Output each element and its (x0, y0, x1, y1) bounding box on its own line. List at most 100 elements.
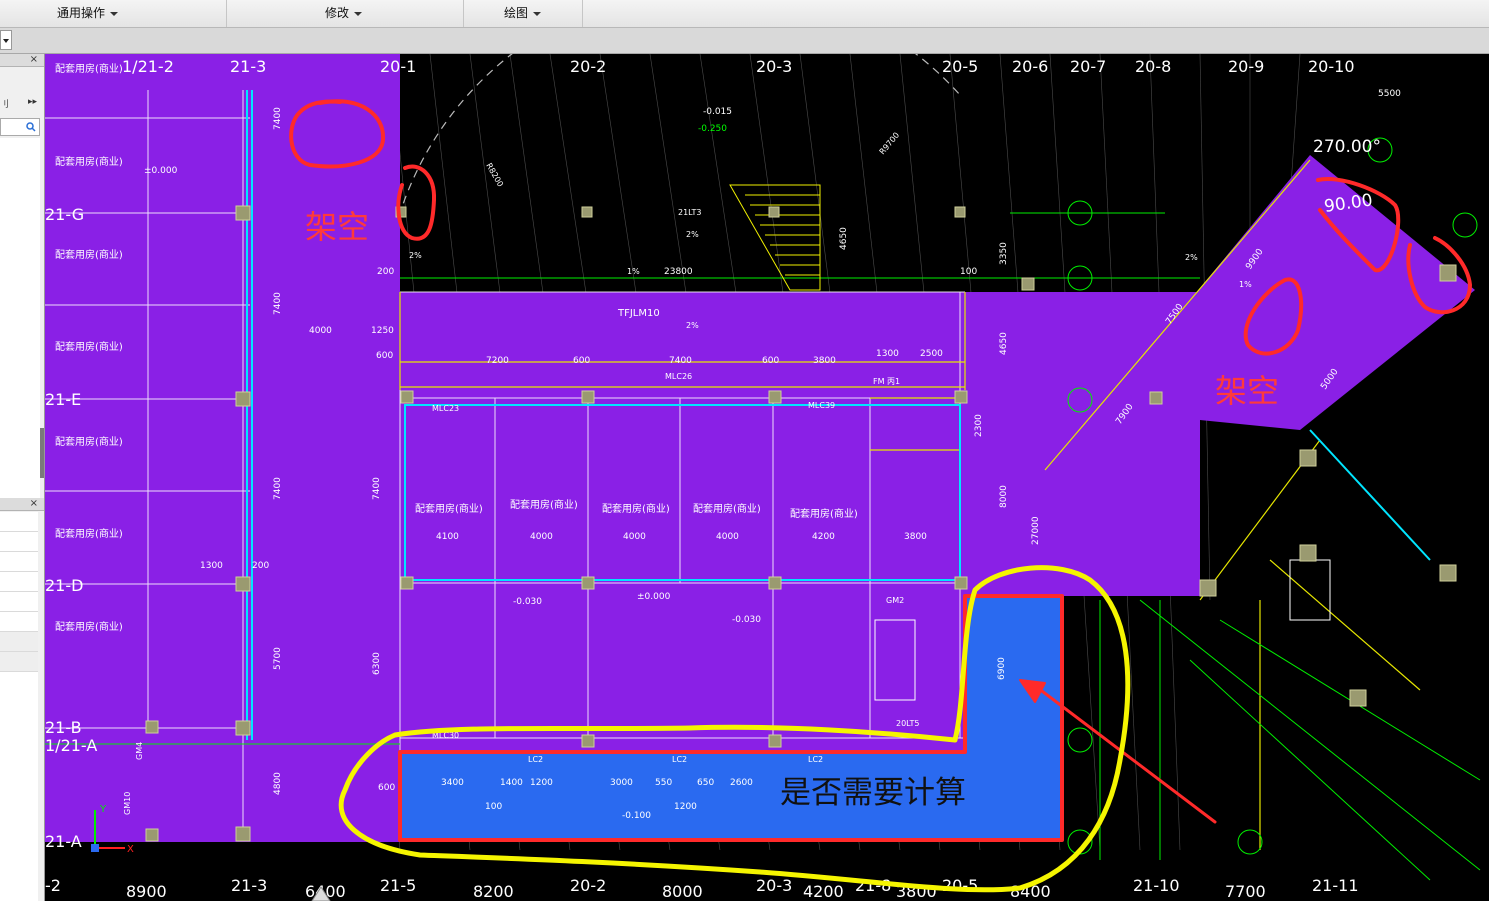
slope-label: 1% (627, 267, 640, 276)
grid-label-bottom: 21-10 (1133, 876, 1180, 895)
dim: 4000 (623, 532, 646, 542)
property-row[interactable] (0, 632, 38, 652)
close-icon[interactable]: × (30, 54, 38, 66)
grid-label-top: 20-7 (1070, 57, 1106, 76)
window-label: MLC39 (808, 401, 835, 410)
close-icon[interactable]: × (30, 498, 38, 510)
menu-draw-label: 绘图 (504, 6, 529, 20)
room-label: 配套用房(商业) (55, 62, 123, 75)
grid-label-bottom: 20-5 (942, 876, 978, 895)
slope-label: 2% (409, 251, 422, 260)
panel-tab-row: 刂 ▸▸ (0, 94, 44, 112)
menu-draw[interactable]: 绘图 (464, 0, 583, 27)
property-row[interactable] (0, 612, 38, 632)
room-label: 配套用房(商业) (55, 435, 123, 448)
panel-tree-area[interactable] (0, 138, 40, 498)
dim: 23800 (664, 267, 693, 277)
slope-label: 1% (1239, 280, 1252, 289)
dim: 4200 (812, 532, 835, 542)
cad-drawing-canvas[interactable]: 配套用房(商业) 配套用房(商业) 配套用房(商业) 配套用房(商业) 配套用房… (45, 54, 1489, 901)
property-row[interactable] (0, 652, 38, 672)
dim: 27000 (1031, 516, 1041, 545)
grid-label-top: 20-2 (570, 57, 606, 76)
panel-tab-fragment[interactable]: 刂 (0, 97, 9, 110)
chevron-down-icon (110, 11, 119, 16)
property-row[interactable] (0, 552, 38, 572)
dim: 200 (252, 561, 269, 571)
dim: 550 (655, 778, 672, 788)
grid-label-left: 21-B (45, 718, 82, 737)
room-label: 配套用房(商业) (55, 155, 123, 168)
slope-label: 2% (686, 230, 699, 239)
dim: 1300 (200, 561, 223, 571)
grid-label-bottom: 8000 (662, 882, 703, 901)
grid-label-top: 20-1 (380, 57, 416, 76)
panel-search-input[interactable] (0, 118, 40, 136)
menu-modify[interactable]: 修改 (227, 0, 464, 27)
door-label: GM4 (135, 742, 144, 760)
dim: 3400 (441, 778, 464, 788)
dim: 4000 (309, 326, 332, 336)
dim: 4000 (716, 532, 739, 542)
menu-general-operations[interactable]: 通用操作 (0, 0, 227, 27)
room-label: 配套用房(商业) (790, 507, 858, 520)
annotation-open-space: 架空 (305, 208, 369, 246)
door-label: GM10 (123, 792, 132, 815)
level-mark: ±0.000 (144, 166, 178, 176)
dim: 4000 (530, 532, 553, 542)
grid-label-top: 20-3 (756, 57, 792, 76)
grid-label-bottom: 8900 (126, 882, 167, 901)
grid-label-left: 21-D (45, 576, 83, 595)
dim: 4650 (999, 332, 1009, 355)
property-row[interactable] (0, 572, 38, 592)
chevron-down-icon (533, 11, 542, 16)
svg-text:Y: Y (99, 804, 107, 815)
angle-label: 270.00° (1313, 137, 1381, 157)
stair-label: 20LT5 (896, 719, 920, 728)
level-mark: -0.030 (513, 597, 542, 607)
annotation-open-space: 架空 (1215, 372, 1279, 410)
dim: 1400 (500, 778, 523, 788)
level-mark: -0.015 (703, 107, 732, 117)
dim: 1300 (876, 349, 899, 359)
property-row[interactable] (0, 512, 38, 532)
dim: 3350 (999, 242, 1009, 265)
window-label: LC2 (528, 755, 543, 764)
window-label: MLC23 (432, 404, 459, 413)
property-row[interactable] (0, 532, 38, 552)
dim: 2300 (974, 414, 984, 437)
room-label: 配套用房(商业) (602, 502, 670, 515)
search-icon[interactable] (26, 122, 36, 132)
room-label: 配套用房(商业) (55, 340, 123, 353)
dim: 4800 (273, 772, 283, 795)
property-row[interactable] (0, 592, 38, 612)
dim: 1250 (371, 326, 394, 336)
window-label: MLC26 (665, 372, 692, 381)
level-mark: -0.250 (698, 124, 727, 134)
dim: 600 (762, 356, 779, 366)
dropdown-toggle[interactable] (0, 30, 12, 50)
annotation-question: 是否需要计算 (780, 775, 966, 811)
room-label: 配套用房(商业) (55, 620, 123, 633)
grid-label-left: 1/21-A (45, 736, 97, 755)
svg-text:X: X (127, 844, 134, 855)
room-label: 配套用房(商业) (415, 502, 483, 515)
panel-scrollbar[interactable] (40, 428, 44, 478)
left-dock-panel: × 刂 ▸▸ × (0, 54, 45, 901)
level-mark: ±0.000 (637, 592, 671, 602)
grid-label-top: 20-10 (1308, 57, 1355, 76)
dim: 8000 (999, 485, 1009, 508)
dim: 1200 (530, 778, 553, 788)
room-label: 配套用房(商业) (55, 248, 123, 261)
dim: 2600 (730, 778, 753, 788)
room-label: 配套用房(商业) (55, 527, 123, 540)
dim: 600 (378, 783, 395, 793)
property-panel-body (0, 672, 38, 901)
grid-label-bottom: 20-3 (756, 876, 792, 895)
panel-header: × (0, 54, 44, 67)
menu-modify-label: 修改 (325, 6, 350, 20)
expand-arrows-icon[interactable]: ▸▸ (28, 97, 37, 107)
window-label: LC2 (672, 755, 687, 764)
grid-label-top: 20-9 (1228, 57, 1264, 76)
level-mark: -0.100 (622, 811, 651, 821)
